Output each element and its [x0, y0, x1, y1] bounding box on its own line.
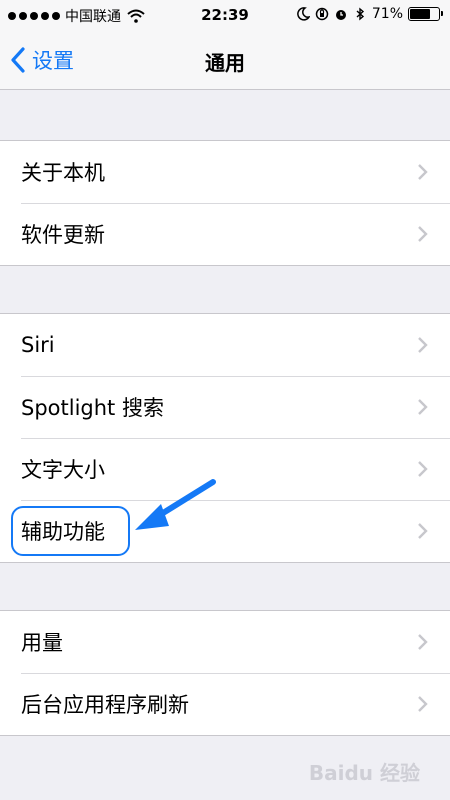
list-item-label: Siri [21, 333, 55, 357]
annotation-highlight-box [11, 506, 130, 556]
status-right: 71% [296, 6, 443, 22]
watermark: Baidu 经验 [308, 761, 420, 785]
list-item-label: 关于本机 [21, 161, 105, 185]
battery-icon [408, 7, 443, 21]
rotation-lock-icon [315, 7, 329, 21]
battery-percentage: 71% [371, 6, 403, 22]
chevron-right-icon [418, 461, 428, 477]
chevron-right-icon [418, 634, 428, 650]
annotation-arrow-icon [135, 479, 216, 530]
chevron-right-icon [418, 226, 428, 242]
list-item-label: 后台应用程序刷新 [21, 693, 189, 717]
chevron-right-icon [418, 164, 428, 180]
list-item-usage[interactable]: 用量 [0, 611, 450, 673]
list-item-background-app-refresh[interactable]: 后台应用程序刷新 [0, 673, 450, 735]
settings-group-1: 关于本机 软件更新 [0, 140, 450, 266]
chevron-right-icon [418, 337, 428, 353]
list-item-label: 软件更新 [21, 223, 105, 247]
moon-icon [297, 7, 310, 21]
list-item-label: 用量 [21, 631, 63, 655]
list-item-text-size[interactable]: 文字大小 [0, 438, 450, 500]
status-bar: 中国联通 22:39 71% [0, 0, 450, 30]
list-item-siri[interactable]: Siri [0, 314, 450, 376]
list-item-about[interactable]: 关于本机 [0, 141, 450, 203]
page-title: 通用 [205, 51, 245, 75]
list-item-label: 文字大小 [21, 458, 105, 482]
list-item-software-update[interactable]: 软件更新 [0, 203, 450, 265]
chevron-right-icon [418, 399, 428, 415]
bluetooth-icon [356, 7, 364, 21]
chevron-right-icon [418, 696, 428, 712]
alarm-icon [335, 10, 346, 20]
settings-group-3: 用量 后台应用程序刷新 [0, 610, 450, 736]
navigation-bar: 设置 通用 [0, 30, 450, 90]
list-item-spotlight-search[interactable]: Spotlight 搜索 [0, 376, 450, 438]
chevron-right-icon [418, 523, 428, 539]
list-item-label: Spotlight 搜索 [21, 396, 164, 420]
